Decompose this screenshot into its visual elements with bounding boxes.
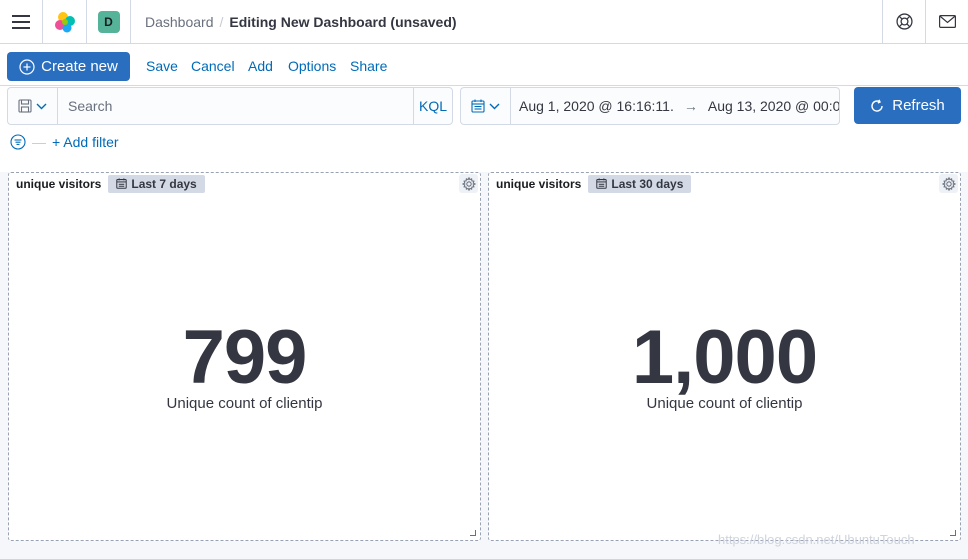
refresh-label: Refresh	[892, 97, 945, 114]
add-link[interactable]: Add	[248, 58, 273, 74]
search-field[interactable]	[57, 87, 414, 125]
breadcrumb: Dashboard / Editing New Dashboard (unsav…	[145, 0, 457, 43]
search-input[interactable]	[58, 88, 413, 124]
quick-date-menu-button[interactable]	[460, 87, 510, 125]
arrow-right-icon: →	[683, 98, 698, 114]
breadcrumb-current: Editing New Dashboard (unsaved)	[229, 13, 457, 30]
filter-divider: —	[32, 134, 46, 150]
refresh-icon	[871, 99, 883, 112]
metric-value: 799	[182, 315, 308, 400]
end-date[interactable]: Aug 13, 2020 @ 00:00:0	[708, 98, 839, 114]
save-link[interactable]: Save	[146, 58, 178, 74]
help-button[interactable]	[882, 0, 925, 43]
options-link[interactable]: Options	[288, 58, 336, 74]
watermark: https://blog.csdn.net/UbuntuTouch	[718, 532, 915, 547]
create-new-button[interactable]: Create new	[7, 52, 130, 81]
panel-title: unique visitors	[16, 176, 102, 191]
elastic-logo-icon	[54, 11, 75, 32]
calendar-icon	[596, 178, 608, 189]
time-range-label: Last 30 days	[611, 176, 684, 191]
dashboard-panel: unique visitors Last 7 days 799 Unique c…	[8, 172, 481, 541]
panel-options-button[interactable]	[459, 174, 478, 193]
gear-icon	[461, 176, 476, 191]
global-header: D Dashboard / Editing New Dashboard (uns…	[0, 0, 968, 44]
panel-title: unique visitors	[496, 176, 582, 191]
space-avatar: D	[97, 10, 120, 33]
save-disk-icon	[18, 99, 32, 113]
hamburger-icon	[12, 14, 30, 29]
breadcrumb-separator: /	[219, 13, 224, 30]
share-link[interactable]: Share	[350, 58, 387, 74]
start-date[interactable]: Aug 1, 2020 @ 16:16:11.	[519, 98, 674, 114]
home-logo[interactable]	[43, 0, 87, 43]
dashboard-panel: unique visitors Last 30 days 1,000 Uniqu…	[488, 172, 961, 541]
chevron-down-icon	[36, 103, 47, 109]
gear-icon	[941, 176, 956, 191]
cancel-link[interactable]: Cancel	[191, 58, 235, 74]
resize-handle[interactable]	[470, 530, 476, 536]
calendar-icon	[116, 178, 128, 189]
calendar-icon	[471, 99, 485, 113]
time-range-badge: Last 7 days	[108, 174, 205, 193]
panel-header: unique visitors Last 30 days	[496, 174, 692, 193]
add-filter-button[interactable]: + Add filter	[52, 134, 119, 150]
query-bar: KQL Aug 1, 2020 @ 16:16:11. → Aug 13, 20…	[0, 86, 968, 172]
resize-handle[interactable]	[950, 530, 956, 536]
filter-bar: — + Add filter	[10, 132, 119, 152]
panel-options-button[interactable]	[939, 174, 958, 193]
top-nav-menu: Create new Save Cancel Add Options Share	[0, 44, 968, 86]
metric-label: Unique count of clientip	[646, 395, 803, 412]
query-language-toggle[interactable]: KQL	[413, 87, 453, 125]
help-lifebuoy-icon	[895, 13, 913, 30]
panel-header: unique visitors Last 7 days	[16, 174, 205, 193]
menu-button[interactable]	[0, 0, 43, 43]
time-range-badge: Last 30 days	[588, 174, 692, 193]
metric-label: Unique count of clientip	[166, 395, 323, 412]
time-range-label: Last 7 days	[131, 176, 197, 191]
breadcrumb-dashboard[interactable]: Dashboard	[145, 14, 214, 30]
metric-value: 1,000	[631, 315, 818, 400]
plus-circle-icon	[19, 58, 35, 75]
chevron-down-icon	[489, 103, 500, 109]
space-selector[interactable]: D	[87, 0, 131, 43]
filter-menu-icon[interactable]	[10, 134, 26, 150]
mail-icon	[938, 15, 956, 28]
saved-query-button[interactable]	[7, 87, 57, 125]
date-range-picker: Aug 1, 2020 @ 16:16:11. → Aug 13, 2020 @…	[510, 87, 840, 125]
create-new-label: Create new	[41, 58, 118, 75]
refresh-button[interactable]: Refresh	[854, 87, 961, 124]
newsfeed-button[interactable]	[925, 0, 968, 43]
